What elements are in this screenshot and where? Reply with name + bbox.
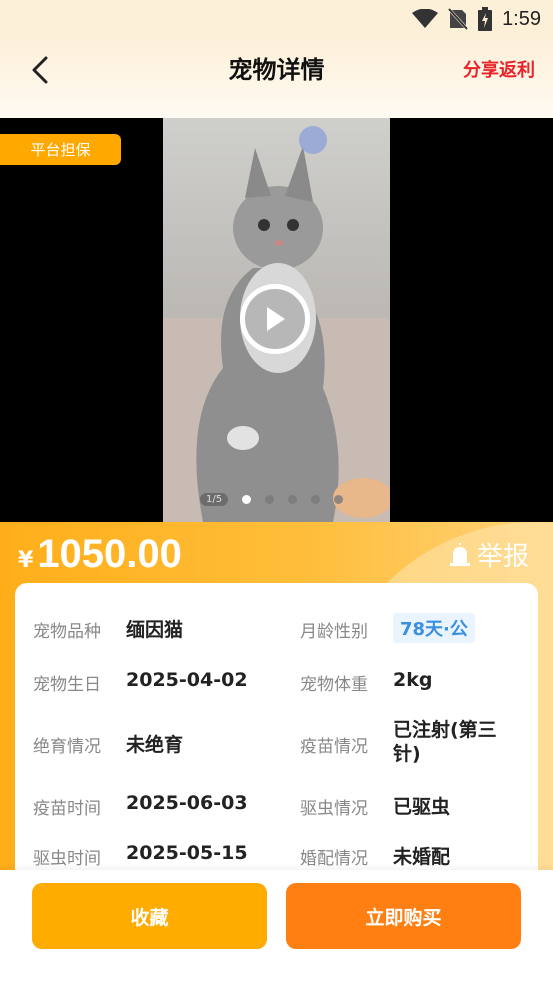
carousel-dot[interactable]: [288, 495, 298, 504]
info-label: 疫苗时间: [33, 799, 101, 819]
mating-value: 未婚配: [393, 846, 451, 868]
info-label: 宠物品种: [33, 622, 101, 642]
favorite-button[interactable]: 收藏: [32, 883, 267, 949]
pet-video[interactable]: [163, 118, 390, 522]
vaccine-value: 已注射(第三针): [393, 719, 497, 765]
report-label: 举报: [476, 542, 529, 572]
no-sim-icon: [448, 8, 469, 30]
info-label: 宠物生日: [33, 675, 101, 695]
info-label: 驱虫情况: [300, 799, 368, 819]
info-label: 婚配情况: [300, 849, 368, 869]
platform-guarantee-badge: 平台担保: [0, 134, 121, 165]
carousel-dot[interactable]: [242, 495, 252, 504]
neutered-value: 未绝育: [126, 734, 184, 756]
carousel-indicator: 1/5: [200, 493, 344, 506]
buy-now-button[interactable]: 立即购买: [286, 883, 521, 949]
page-counter: 1/5: [200, 493, 229, 506]
battery-charging-icon: [478, 7, 493, 31]
carousel-dot[interactable]: [311, 495, 321, 504]
breed-value: 缅因猫: [126, 619, 184, 641]
bottom-action-bar: 收藏 立即购买: [0, 870, 553, 983]
wifi-icon: [412, 9, 439, 28]
play-button[interactable]: [240, 284, 310, 354]
status-time: 1:59: [502, 7, 541, 30]
status-icons: 1:59: [412, 6, 541, 32]
share-rebate-link[interactable]: 分享返利: [463, 56, 535, 82]
media-carousel[interactable]: 平台担保 1/5: [0, 118, 553, 522]
deworm-date-value: 2025-05-15: [126, 842, 248, 864]
age-gender-tag: 78天·公: [393, 613, 475, 643]
vaccine-date-value: 2025-06-03: [126, 792, 248, 814]
weight-value: 2kg: [393, 669, 433, 691]
birthday-value: 2025-04-02: [126, 669, 248, 691]
report-button[interactable]: 举报: [449, 536, 529, 573]
info-label: 驱虫时间: [33, 849, 101, 869]
price-amount: 1050.00: [37, 532, 182, 576]
carousel-dot[interactable]: [334, 495, 344, 504]
info-label: 疫苗情况: [300, 737, 368, 757]
currency-symbol: ¥: [18, 548, 34, 573]
alarm-icon: [449, 542, 470, 566]
info-label: 宠物体重: [300, 675, 368, 695]
play-icon: [267, 307, 285, 331]
pet-info-card: 宠物品种 缅因猫 月龄性别 78天·公 宠物生日 2025-04-02 宠物体重…: [15, 583, 538, 883]
deworm-value: 已驱虫: [393, 796, 451, 818]
info-label: 月龄性别: [300, 622, 368, 642]
info-label: 绝育情况: [33, 737, 101, 757]
price: ¥ 1050.00: [18, 532, 182, 577]
app-header: 宠物详情 分享返利: [0, 38, 553, 118]
status-bar: 1:59: [0, 0, 553, 38]
carousel-dot[interactable]: [265, 495, 275, 504]
